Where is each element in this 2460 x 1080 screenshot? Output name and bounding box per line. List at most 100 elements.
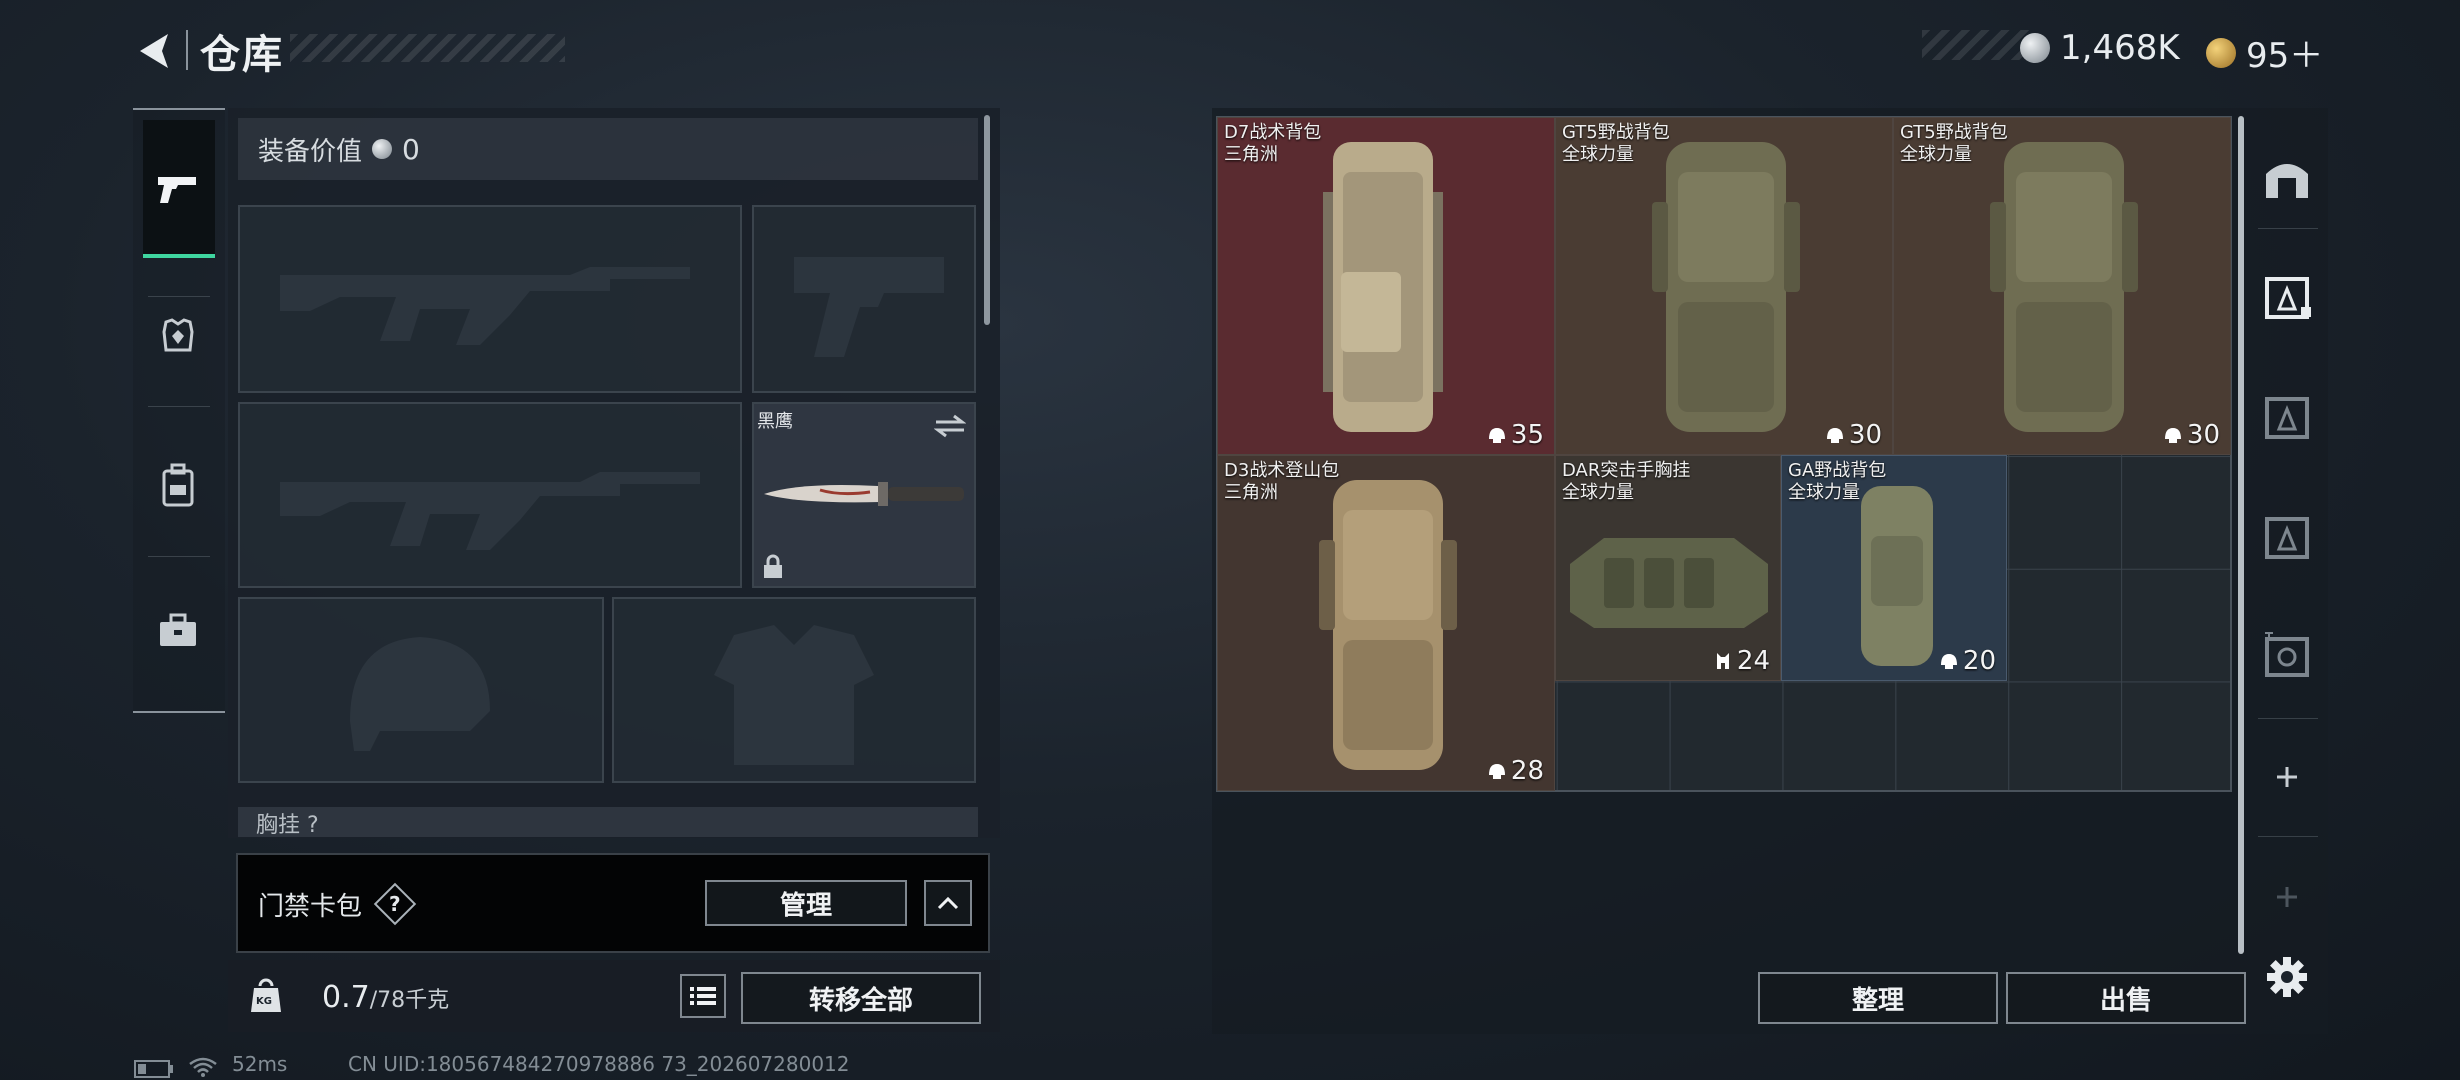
chevron-up-icon (937, 896, 959, 910)
collapse-button[interactable] (924, 880, 972, 926)
wifi-icon (189, 1057, 217, 1077)
storage-tab-3[interactable] (2258, 508, 2316, 566)
gold-coin-icon (2206, 37, 2236, 68)
item-capacity: 28 (1510, 756, 1544, 786)
helmet-icon (1488, 428, 1505, 443)
item-name: DAR突击手胸挂 (1562, 460, 1691, 481)
warehouse-icon (2266, 164, 2308, 198)
body-armor-slot[interactable] (612, 597, 976, 783)
title-divider (186, 30, 188, 70)
vest-icon (1716, 653, 1729, 669)
item-capacity: 30 (1848, 420, 1882, 450)
lock-icon (764, 554, 782, 578)
helmet-icon (2164, 428, 2181, 443)
item-source: 三角洲 (1224, 144, 1278, 165)
currency-primary: 1,468K (2020, 28, 2180, 68)
backpack-image (1990, 142, 2138, 432)
helmet-icon (1488, 764, 1505, 779)
item-capacity: 20 (1962, 646, 1996, 676)
backpack-image (1319, 480, 1457, 770)
armor-silhouette-icon (714, 625, 874, 765)
chest-rig-image (1570, 538, 1768, 628)
storage-item-d3-pack[interactable]: D3战术登山包 三角洲 28 (1217, 455, 1555, 791)
storage-box-icon (2265, 277, 2311, 319)
carry-weight-value: 0.7 (322, 980, 370, 1015)
storage-tab-1[interactable] (2258, 268, 2316, 326)
storage-item-gt5-backpack-2[interactable]: GT5野战背包 全球力量 30 (1893, 117, 2231, 455)
item-capacity: 35 (1510, 420, 1544, 450)
storage-item-dar-chest-rig[interactable]: DAR突击手胸挂 全球力量 24 (1555, 455, 1781, 681)
equipment-scrollbar[interactable] (984, 115, 990, 325)
equipment-value-label: 装备价值 (258, 136, 363, 167)
equipment-value-bar: 装备价值 0 (238, 118, 978, 180)
storage-box-icon (2265, 517, 2309, 559)
plus-icon (2277, 767, 2297, 787)
backpack-image (1861, 486, 1933, 666)
list-icon (690, 987, 716, 1005)
backpack-image (1652, 142, 1800, 432)
sell-button[interactable]: 出售 (2006, 972, 2246, 1024)
add-storage-button[interactable] (2258, 748, 2316, 806)
storage-scrollbar[interactable] (2238, 116, 2244, 954)
storage-box-icon (2265, 397, 2309, 439)
transfer-all-button[interactable]: 转移全部 (741, 972, 981, 1024)
helmet-slot[interactable] (238, 597, 604, 783)
carry-weight: 0.7/78千克 (322, 980, 449, 1015)
helmet-icon (1826, 428, 1843, 443)
silver-coin-icon (372, 139, 393, 159)
currency-primary-value: 1,468K (2060, 28, 2180, 68)
secondary-weapon-slot[interactable] (752, 205, 976, 393)
helmet-silhouette-icon (350, 637, 490, 751)
sort-button[interactable]: 整理 (1758, 972, 1998, 1024)
title-decor-strip (290, 34, 565, 62)
currency-decor-strip (1922, 30, 2032, 60)
storage-tab-2[interactable] (2258, 388, 2316, 446)
silver-coin-icon (2020, 33, 2050, 63)
chest-rig-row: 胸挂 ? (238, 807, 978, 837)
currency-secondary[interactable]: 95＋ (2206, 28, 2323, 77)
tab-separator (148, 296, 210, 297)
backpack-image (1323, 142, 1443, 432)
storage-tab-home[interactable] (2258, 148, 2316, 206)
storage-tab-4[interactable] (2258, 626, 2316, 684)
back-arrow-icon[interactable] (132, 28, 178, 74)
uid-readout: CN UID:180567484270978886 73_20260728001… (348, 1052, 850, 1076)
rifle-silhouette-icon (280, 472, 700, 550)
briefcase-icon (160, 613, 196, 646)
add-storage-button-disabled (2258, 868, 2316, 926)
battery-icon (134, 1060, 173, 1078)
carry-weight-max: /78千克 (369, 988, 450, 1013)
tab-separator (2258, 228, 2318, 229)
ping-readout: 52ms (232, 1052, 288, 1076)
storage-box-icon (2265, 632, 2309, 677)
knife-icon (764, 482, 964, 506)
pistol-icon (148, 159, 208, 219)
settings-button[interactable] (2258, 948, 2316, 1006)
list-view-button[interactable] (680, 974, 726, 1018)
storage-item-ga-backpack[interactable]: GA野战背包 全球力量 20 (1781, 455, 2007, 681)
tab-backpack[interactable] (148, 455, 208, 515)
plus-icon (2277, 887, 2297, 907)
help-icon-glyph: ? (389, 891, 401, 916)
swap-arrows-icon[interactable] (934, 412, 966, 440)
pistol-silhouette-icon (794, 257, 944, 357)
keycard-bag-label: 门禁卡包 (258, 892, 363, 922)
item-source: 全球力量 (1562, 482, 1634, 503)
primary-weapon-slot[interactable] (238, 205, 742, 393)
item-capacity: 24 (1736, 646, 1770, 676)
tab-separator (2258, 718, 2318, 719)
currency-secondary-value: 95＋ (2246, 36, 2324, 76)
tab-briefcase[interactable] (148, 600, 208, 660)
equipment-value: 0 (402, 132, 420, 166)
rifle-silhouette-icon (280, 267, 690, 345)
primary-weapon-slot-2[interactable] (238, 402, 742, 588)
storage-item-gt5-backpack[interactable]: GT5野战背包 全球力量 30 (1555, 117, 1893, 455)
tab-separator (2258, 836, 2318, 837)
tab-separator (148, 406, 210, 407)
weight-icon-label: KG (256, 996, 272, 1007)
page-title: 仓库 (200, 32, 284, 78)
tab-armor[interactable] (148, 306, 208, 366)
tab-separator (148, 556, 210, 557)
storage-item-d7-backpack[interactable]: D7战术背包 三角洲 35 (1217, 117, 1555, 455)
manage-button[interactable]: 管理 (705, 880, 907, 926)
